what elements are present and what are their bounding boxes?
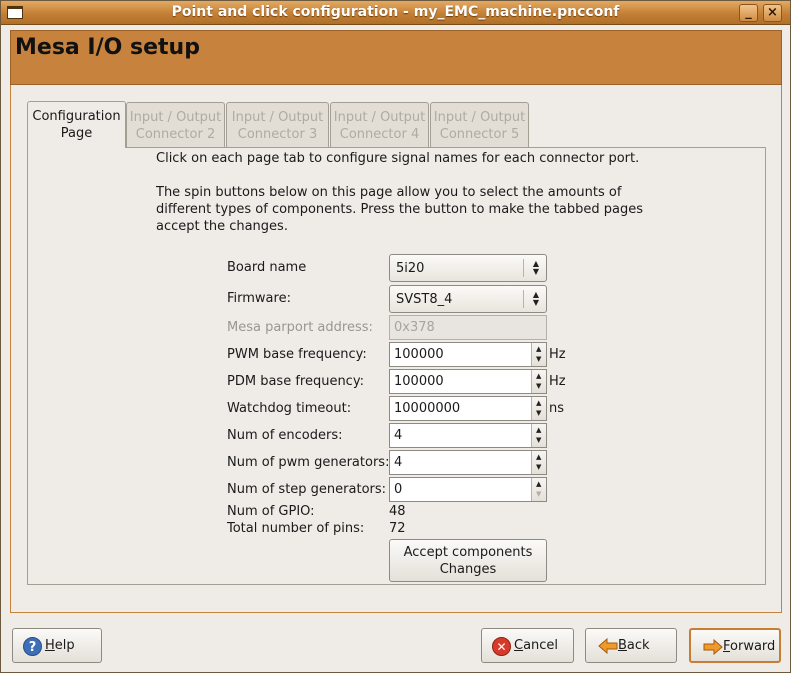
spin-up-icon: ▲ bbox=[536, 345, 542, 353]
encoders-spin[interactable]: 4 ▲ ▼ bbox=[389, 423, 547, 448]
tab-configuration-page[interactable]: Configuration Page bbox=[27, 101, 126, 148]
main-window: Point and click configuration - my_EMC_m… bbox=[0, 0, 791, 673]
spin-down-icon: ▼ bbox=[536, 355, 542, 363]
back-arrow-icon bbox=[598, 638, 618, 654]
forward-button[interactable]: Forward bbox=[689, 628, 781, 663]
tab-label-line2: Connector 3 bbox=[237, 127, 318, 142]
accept-label-line2: Changes bbox=[439, 562, 497, 577]
spin-buttons[interactable]: ▲ ▼ bbox=[531, 370, 546, 393]
board-name-value: 5i20 bbox=[396, 261, 425, 276]
watchdog-label: Watchdog timeout: bbox=[227, 401, 352, 416]
tab-label-line2: Connector 5 bbox=[439, 127, 520, 142]
tab-connector-5[interactable]: Input / Output Connector 5 bbox=[430, 102, 529, 147]
tab-label-line2: Connector 2 bbox=[135, 127, 216, 142]
close-button[interactable]: × bbox=[763, 4, 782, 22]
tab-label-line2: Page bbox=[60, 126, 93, 141]
spin-down-icon: ▼ bbox=[536, 409, 542, 417]
firmware-combo[interactable]: SVST8_4 ▲ ▼ bbox=[389, 285, 547, 313]
spin-down-icon: ▼ bbox=[536, 463, 542, 471]
pwm-frequency-value: 100000 bbox=[394, 347, 444, 362]
intro-paragraph-1: Click on each page tab to configure sign… bbox=[156, 151, 640, 166]
total-pins-value: 72 bbox=[389, 521, 406, 536]
tab-label-line1: Input / Output bbox=[129, 110, 222, 125]
cancel-button[interactable]: ✕ Cancel bbox=[481, 628, 574, 663]
tab-label-line1: Configuration bbox=[32, 109, 121, 124]
parport-address-label: Mesa parport address: bbox=[227, 320, 373, 335]
minimize-button[interactable]: _ bbox=[739, 4, 758, 22]
cancel-icon: ✕ bbox=[492, 637, 511, 656]
tab-label-line1: Input / Output bbox=[433, 110, 526, 125]
accept-changes-button[interactable]: Accept components Changes bbox=[389, 539, 547, 582]
forward-arrow-icon bbox=[703, 639, 723, 655]
spin-up-icon: ▲ bbox=[536, 426, 542, 434]
firmware-label: Firmware: bbox=[227, 291, 291, 306]
tab-label-line1: Input / Output bbox=[333, 110, 426, 125]
tab-connector-3[interactable]: Input / Output Connector 3 bbox=[226, 102, 329, 147]
spin-buttons[interactable]: ▲ ▼ bbox=[531, 343, 546, 366]
total-pins-label: Total number of pins: bbox=[227, 521, 365, 536]
pdm-frequency-unit: Hz bbox=[549, 374, 566, 389]
combo-arrows-icon: ▲ ▼ bbox=[532, 290, 539, 307]
pwm-frequency-label: PWM base frequency: bbox=[227, 347, 367, 362]
accept-label-line1: Accept components bbox=[403, 545, 533, 560]
step-generators-value: 0 bbox=[394, 482, 403, 497]
pwm-generators-label: Num of pwm generators: bbox=[227, 455, 390, 470]
pwm-generators-spin[interactable]: 4 ▲ ▼ bbox=[389, 450, 547, 475]
spin-buttons[interactable]: ▲ ▼ bbox=[531, 451, 546, 474]
combo-arrows-icon: ▲ ▼ bbox=[532, 259, 539, 276]
gpio-label: Num of GPIO: bbox=[227, 504, 315, 519]
spin-buttons[interactable]: ▲ ▼ bbox=[531, 424, 546, 447]
spin-buttons[interactable]: ▲ ▼ bbox=[531, 478, 546, 501]
watchdog-value: 10000000 bbox=[394, 401, 461, 416]
spin-buttons[interactable]: ▲ ▼ bbox=[531, 397, 546, 420]
firmware-value: SVST8_4 bbox=[396, 292, 453, 307]
tab-connector-2[interactable]: Input / Output Connector 2 bbox=[126, 102, 225, 147]
pdm-frequency-value: 100000 bbox=[394, 374, 444, 389]
help-button[interactable]: ? Help bbox=[12, 628, 102, 663]
board-name-label: Board name bbox=[227, 260, 307, 275]
pwm-generators-value: 4 bbox=[394, 455, 403, 470]
watchdog-spin[interactable]: 10000000 ▲ ▼ bbox=[389, 396, 547, 421]
spin-up-icon: ▲ bbox=[536, 453, 542, 461]
spin-down-icon: ▼ bbox=[536, 382, 542, 390]
page-header: Mesa I/O setup bbox=[10, 30, 782, 85]
title-bar[interactable]: Point and click configuration - my_EMC_m… bbox=[1, 1, 790, 25]
intro-text: Click on each page tab to configure sign… bbox=[156, 150, 676, 252]
tab-label-line1: Input / Output bbox=[231, 110, 324, 125]
window-title: Point and click configuration - my_EMC_m… bbox=[171, 4, 620, 20]
intro-paragraph-2: The spin buttons below on this page allo… bbox=[156, 185, 644, 234]
help-icon: ? bbox=[23, 637, 42, 656]
back-button[interactable]: Back bbox=[585, 628, 677, 663]
pwm-frequency-unit: Hz bbox=[549, 347, 566, 362]
step-generators-spin[interactable]: 0 ▲ ▼ bbox=[389, 477, 547, 502]
spin-down-icon: ▼ bbox=[536, 490, 542, 498]
parport-address-field: 0x378 bbox=[389, 315, 547, 340]
spin-up-icon: ▲ bbox=[536, 372, 542, 380]
spin-up-icon: ▲ bbox=[536, 480, 542, 488]
pwm-frequency-spin[interactable]: 100000 ▲ ▼ bbox=[389, 342, 547, 367]
encoders-value: 4 bbox=[394, 428, 403, 443]
page-title: Mesa I/O setup bbox=[15, 35, 200, 60]
board-name-combo[interactable]: 5i20 ▲ ▼ bbox=[389, 254, 547, 282]
pdm-frequency-label: PDM base frequency: bbox=[227, 374, 364, 389]
spin-down-icon: ▼ bbox=[536, 436, 542, 444]
step-generators-label: Num of step generators: bbox=[227, 482, 387, 497]
tab-connector-4[interactable]: Input / Output Connector 4 bbox=[330, 102, 429, 147]
watchdog-unit: ns bbox=[549, 401, 565, 416]
gpio-value: 48 bbox=[389, 504, 406, 519]
pdm-frequency-spin[interactable]: 100000 ▲ ▼ bbox=[389, 369, 547, 394]
tab-label-line2: Connector 4 bbox=[339, 127, 420, 142]
spin-up-icon: ▲ bbox=[536, 399, 542, 407]
encoders-label: Num of encoders: bbox=[227, 428, 343, 443]
